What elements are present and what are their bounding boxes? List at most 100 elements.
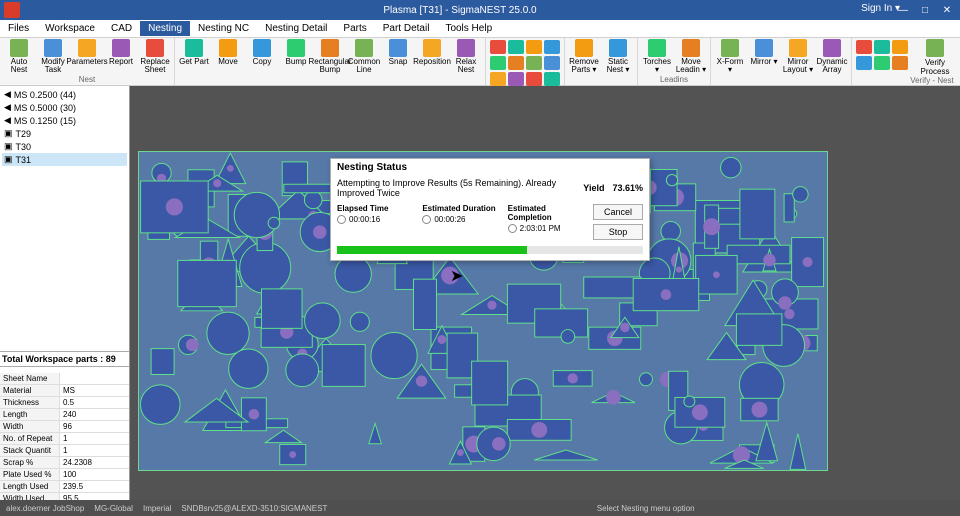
menu-tab-tools-help[interactable]: Tools Help — [437, 21, 500, 36]
ribbon-verify-process[interactable]: Verify Process — [911, 39, 959, 76]
status-bar: alex.doerner JobShop MG-Global Imperial … — [0, 500, 960, 516]
status-user: alex.doerner JobShop — [6, 504, 84, 513]
ribbon-small-button[interactable] — [892, 56, 908, 70]
clock-icon — [422, 215, 431, 224]
menu-tab-nesting[interactable]: Nesting — [140, 21, 190, 36]
ribbon-small-button[interactable] — [490, 56, 506, 70]
tree-label: T30 — [16, 142, 32, 152]
close-button[interactable]: ✕ — [940, 5, 954, 16]
status-units: Imperial — [143, 504, 171, 513]
tree-view: ◀MS 0.2500 (44)◀MS 0.5000 (30)◀MS 0.1250… — [0, 86, 129, 168]
tree-item[interactable]: ▣T29 — [2, 127, 127, 140]
property-row: Thickness0.5 — [0, 397, 129, 409]
property-row: Length Used239.5 — [0, 481, 129, 493]
ribbon-small-button[interactable] — [508, 40, 524, 54]
ribbon-icon — [789, 39, 807, 57]
ribbon: Auto NestModify TaskParametersReportRepl… — [0, 38, 960, 86]
tree-label: MS 0.5000 (30) — [14, 103, 76, 113]
ribbon-icon — [648, 39, 666, 57]
ribbon-small-button[interactable] — [508, 56, 524, 70]
tree-icon: ◀ — [4, 102, 11, 113]
status-server: SNDBsrv25@ALEXD-3510:SIGMANEST — [181, 504, 327, 513]
ribbon-rectangular-bump[interactable]: Rectangular Bump — [314, 39, 346, 74]
menu-tab-files[interactable]: Files — [0, 21, 37, 36]
ribbon-group-label: Nest — [3, 75, 171, 84]
ribbon-snap[interactable]: Snap — [382, 39, 414, 66]
ribbon-bump[interactable]: Bump — [280, 39, 312, 66]
ribbon-small-button[interactable] — [508, 72, 524, 86]
tree-icon: ◀ — [4, 89, 11, 100]
tree-item[interactable]: ▣T31 — [2, 153, 127, 166]
canvas[interactable]: ➤ Nesting Status Attempting to Improve R… — [130, 86, 960, 516]
sign-in-link[interactable]: Sign In ▾ — [861, 3, 900, 14]
ribbon-mirror-layout-[interactable]: Mirror Layout ▾ — [782, 39, 814, 74]
ribbon-icon — [423, 39, 441, 57]
ribbon-torches-[interactable]: Torches ▾ — [641, 39, 673, 74]
ribbon-icon — [575, 39, 593, 57]
ribbon-small-button[interactable] — [874, 56, 890, 70]
ribbon-small-button[interactable] — [856, 40, 872, 54]
ribbon-icon — [185, 39, 203, 57]
maximize-button[interactable]: □ — [918, 5, 932, 16]
ribbon-static-nest-[interactable]: Static Nest ▾ — [602, 39, 634, 74]
ribbon-small-button[interactable] — [490, 72, 506, 86]
ribbon-auto-nest[interactable]: Auto Nest — [3, 39, 35, 74]
ribbon-report[interactable]: Report — [105, 39, 137, 66]
ribbon-small-button[interactable] — [856, 56, 872, 70]
ribbon-small-button[interactable] — [892, 40, 908, 54]
tree-item[interactable]: ◀MS 0.5000 (30) — [2, 101, 127, 114]
menu-tab-nesting-nc[interactable]: Nesting NC — [190, 21, 257, 36]
ribbon-reposition[interactable]: Reposition — [416, 39, 448, 66]
ribbon-small-button[interactable] — [544, 72, 560, 86]
ribbon-small-button[interactable] — [526, 56, 542, 70]
ribbon-icon — [721, 39, 739, 57]
ribbon-icon — [609, 39, 627, 57]
tree-item[interactable]: ▣T30 — [2, 140, 127, 153]
menu-tab-workspace[interactable]: Workspace — [37, 21, 103, 36]
ribbon-icon — [44, 39, 62, 57]
menu-tab-part-detail[interactable]: Part Detail — [375, 21, 438, 36]
ribbon-dynamic-array[interactable]: Dynamic Array — [816, 39, 848, 74]
ribbon-mirror-[interactable]: Mirror ▾ — [748, 39, 780, 66]
cancel-button[interactable]: Cancel — [593, 204, 643, 220]
ribbon-move[interactable]: Move — [212, 39, 244, 66]
ribbon-small-button[interactable] — [526, 40, 542, 54]
tree-icon: ▣ — [4, 141, 13, 152]
ribbon-small-button[interactable] — [490, 40, 506, 54]
ribbon-remove-parts-[interactable]: Remove Parts ▾ — [568, 39, 600, 74]
ribbon-relax-nest[interactable]: Relax Nest — [450, 39, 482, 74]
estdur-value: 00:00:26 — [434, 215, 465, 224]
ribbon-common-line[interactable]: Common Line — [348, 39, 380, 74]
yield-label: Yield — [583, 183, 604, 193]
ribbon-move-leadin-[interactable]: Move Leadin ▾ — [675, 39, 707, 74]
tree-icon: ◀ — [4, 115, 11, 126]
ribbon-icon — [457, 39, 475, 57]
ribbon-small-button[interactable] — [544, 40, 560, 54]
menu-tab-parts[interactable]: Parts — [335, 21, 374, 36]
stop-button[interactable]: Stop — [593, 224, 643, 240]
elapsed-label: Elapsed Time — [337, 204, 416, 213]
tree-icon: ▣ — [4, 128, 13, 139]
ribbon-small-button[interactable] — [544, 56, 560, 70]
property-row: Sheet Name — [0, 373, 129, 385]
estdur-label: Estimated Duration — [422, 204, 501, 213]
ribbon-small-button[interactable] — [526, 72, 542, 86]
elapsed-value: 00:00:16 — [349, 215, 380, 224]
ribbon-parameters[interactable]: Parameters — [71, 39, 103, 66]
ribbon-icon — [219, 39, 237, 57]
ribbon-modify-task[interactable]: Modify Task — [37, 39, 69, 74]
tree-label: MS 0.1250 (15) — [14, 116, 76, 126]
ribbon-copy[interactable]: Copy — [246, 39, 278, 66]
menu-tab-cad[interactable]: CAD — [103, 21, 140, 36]
tree-item[interactable]: ◀MS 0.2500 (44) — [2, 88, 127, 101]
ribbon-get-part[interactable]: Get Part — [178, 39, 210, 66]
tree-item[interactable]: ◀MS 0.1250 (15) — [2, 114, 127, 127]
clock-icon — [508, 224, 517, 233]
ribbon-icon — [287, 39, 305, 57]
menu-tab-nesting-detail[interactable]: Nesting Detail — [257, 21, 335, 36]
ribbon-small-button[interactable] — [874, 40, 890, 54]
estcomp-label: Estimated Completion — [508, 204, 587, 222]
ribbon-replace-sheet[interactable]: Replace Sheet — [139, 39, 171, 74]
ribbon-x-form-[interactable]: X-Form ▾ — [714, 39, 746, 74]
ribbon-icon — [253, 39, 271, 57]
